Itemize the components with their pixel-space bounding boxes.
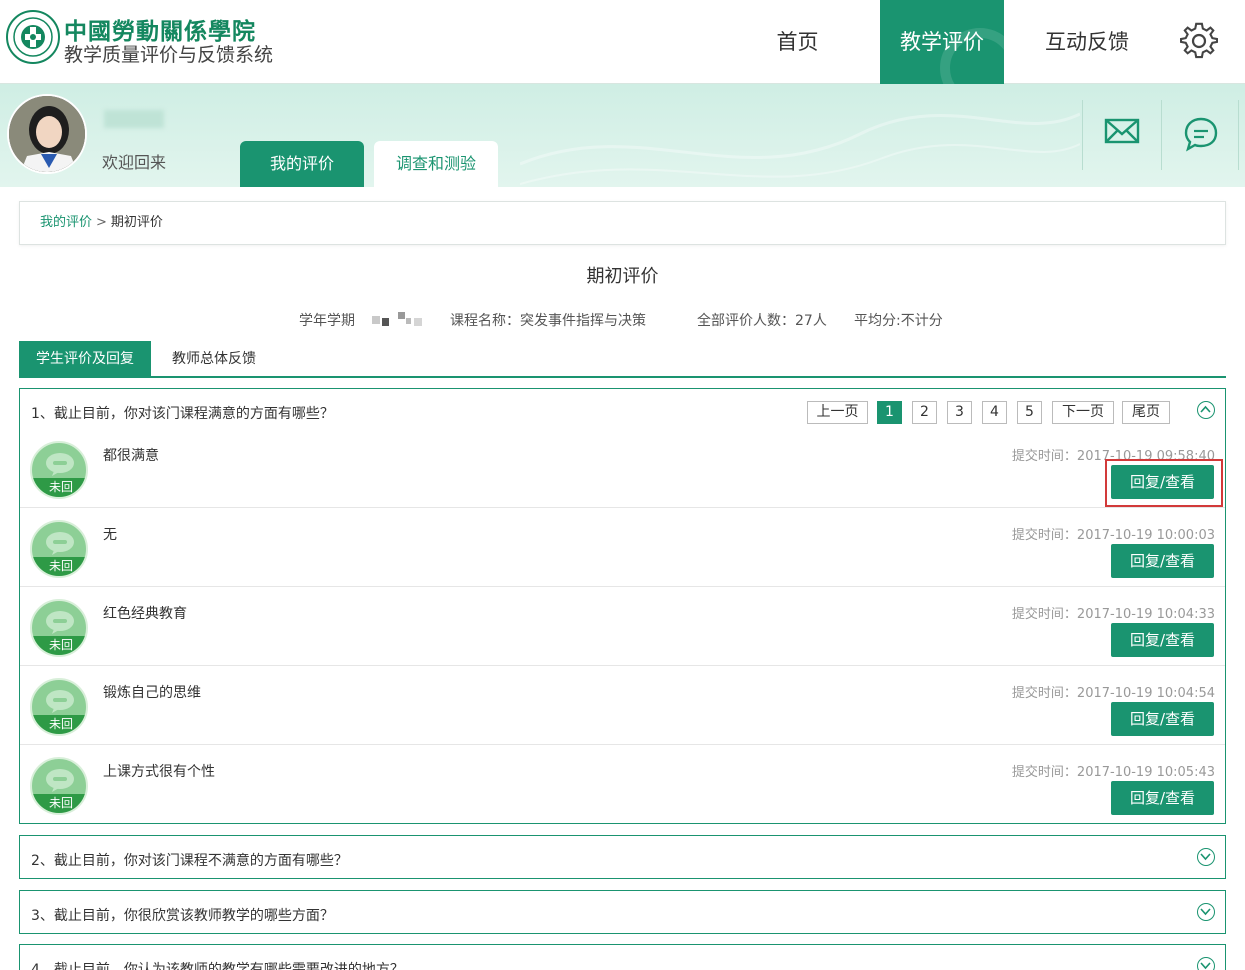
question-panel-1: 1、截止目前，你对该门课程满意的方面有哪些？ 上一页 1 2 3 4 5 下一页… [19, 388, 1226, 824]
anonymous-avatar: 未回 [30, 757, 88, 815]
question-panel-4[interactable]: 4、截止目前，你认为该教师的教学有哪些需要改进的地方？ [19, 944, 1226, 970]
page-title: 期初评价 [586, 266, 659, 287]
school-seal-logo [6, 10, 60, 64]
submit-time: 提交时间：2017-10-19 10:04:54 [1011, 686, 1215, 701]
gear-icon[interactable] [1180, 22, 1218, 60]
profile-band: 欢迎回来 我的评价 调查和测验 [0, 84, 1245, 187]
tab-survey-quiz[interactable]: 调查和测验 [374, 141, 498, 187]
evaluation-text: 上课方式很有个性 [103, 764, 215, 780]
speech-bubble-icon [46, 453, 74, 476]
status-badge: 未回 [32, 794, 86, 813]
anonymous-avatar: 未回 [30, 441, 88, 499]
reply-view-button[interactable]: 回复/查看 [1111, 781, 1214, 815]
question-title: 1、截止目前，你对该门课程满意的方面有哪些？ [31, 406, 334, 422]
question-title: 4、截止目前，你认为该教师的教学有哪些需要改进的地方？ [31, 962, 404, 970]
submit-time: 提交时间：2017-10-19 10:04:33 [1011, 607, 1215, 622]
question-panel-2[interactable]: 2、截止目前，你对该门课程不满意的方面有哪些？ [19, 835, 1226, 879]
top-header: 中國勞動關係學院 教学质量评价与反馈系统 首页 教学评价 互动反馈 [0, 0, 1245, 84]
collapse-toggle-icon[interactable] [1197, 401, 1215, 419]
evaluation-text: 锻炼自己的思维 [103, 685, 201, 701]
question-title: 3、截止目前，你很欣赏该教师教学的哪些方面？ [31, 908, 334, 924]
course-name: 课程名称：突发事件指挥与决策 [450, 313, 646, 329]
list-item: 未回 锻炼自己的思维 提交时间：2017-10-19 10:04:54 回复/查… [20, 666, 1225, 745]
username-redacted [104, 110, 164, 128]
nav-teaching-eval-label: 教学评价 [900, 30, 984, 54]
welcome-text: 欢迎回来 [102, 153, 167, 172]
list-item: 未回 红色经典教育 提交时间：2017-10-19 10:04:33 回复/查看 [20, 587, 1225, 666]
reply-view-button[interactable]: 回复/查看 [1111, 702, 1214, 736]
chat-button[interactable] [1161, 100, 1239, 170]
tab-teacher-feedback[interactable]: 教师总体反馈 [159, 341, 269, 377]
avatar[interactable] [7, 94, 87, 174]
question-title: 2、截止目前，你对该门课程不满意的方面有哪些？ [31, 853, 348, 869]
list-item: 未回 上课方式很有个性 提交时间：2017-10-19 10:05:43 回复/… [20, 745, 1225, 824]
list-item: 未回 都很满意 提交时间：2017-10-19 09:58:40 回复/查看 [20, 429, 1225, 508]
nav-home[interactable]: 首页 [740, 0, 855, 84]
chevron-down-icon [1200, 853, 1211, 861]
total-raters: 全部评价人数：27人 [697, 313, 827, 329]
highlight-box [1105, 459, 1223, 507]
pager-page-4[interactable]: 4 [982, 401, 1007, 424]
sub-tabs: 学生评价及回复 教师总体反馈 [19, 341, 1226, 378]
evaluation-text: 红色经典教育 [103, 606, 187, 622]
evaluation-text: 无 [103, 527, 117, 543]
expand-toggle-icon[interactable] [1197, 957, 1215, 970]
breadcrumb: 我的评价 > 期初评价 [19, 201, 1226, 245]
speech-bubble-icon [46, 690, 74, 713]
average-score: 平均分:不计分 [854, 313, 943, 329]
breadcrumb-current: 期初评价 [110, 215, 163, 230]
expand-toggle-icon[interactable] [1197, 903, 1215, 921]
chat-icon [1184, 117, 1218, 152]
reply-view-button[interactable]: 回复/查看 [1111, 544, 1214, 578]
pager-page-2[interactable]: 2 [912, 401, 937, 424]
nav-interaction[interactable]: 互动反馈 [1028, 0, 1146, 84]
term-value-redacted [372, 312, 422, 326]
pager-prev-button[interactable]: 上一页 [807, 401, 868, 424]
anonymous-avatar: 未回 [30, 678, 88, 736]
pager-next-button[interactable]: 下一页 [1052, 401, 1114, 424]
nav-teaching-eval[interactable]: 教学评价 [880, 0, 1004, 84]
anonymous-avatar: 未回 [30, 520, 88, 578]
avatar-photo [9, 96, 85, 172]
term-label: 学年学期 [299, 313, 355, 329]
status-badge: 未回 [32, 715, 86, 734]
tab-my-evaluation[interactable]: 我的评价 [240, 141, 364, 187]
background-wave [520, 112, 1080, 185]
pager-last-button[interactable]: 尾页 [1122, 401, 1170, 424]
tab-student-evaluations[interactable]: 学生评价及回复 [19, 341, 151, 377]
breadcrumb-separator: > [96, 215, 107, 230]
status-badge: 未回 [32, 557, 86, 576]
status-badge: 未回 [32, 636, 86, 655]
reply-view-button[interactable]: 回复/查看 [1111, 623, 1214, 657]
pager-page-3[interactable]: 3 [947, 401, 972, 424]
question-panel-3[interactable]: 3、截止目前，你很欣赏该教师教学的哪些方面？ [19, 890, 1226, 934]
anonymous-avatar: 未回 [30, 599, 88, 657]
status-badge: 未回 [32, 478, 86, 497]
breadcrumb-link-my-eval[interactable]: 我的评价 [40, 215, 92, 230]
chevron-up-icon [1200, 405, 1211, 413]
mail-icon [1104, 118, 1140, 144]
speech-bubble-icon [46, 769, 74, 792]
chevron-down-icon [1200, 908, 1211, 916]
mail-button[interactable] [1082, 100, 1160, 170]
evaluation-text: 都很满意 [103, 448, 159, 464]
submit-time: 提交时间：2017-10-19 10:00:03 [1011, 528, 1215, 543]
list-item: 未回 无 提交时间：2017-10-19 10:00:03 回复/查看 [20, 508, 1225, 587]
expand-toggle-icon[interactable] [1197, 848, 1215, 866]
system-name: 教学质量评价与反馈系统 [64, 44, 274, 66]
speech-bubble-icon [46, 611, 74, 634]
pager-page-1[interactable]: 1 [877, 401, 902, 424]
pager-page-5[interactable]: 5 [1017, 401, 1042, 424]
submit-time: 提交时间：2017-10-19 10:05:43 [1011, 765, 1215, 780]
chevron-down-icon [1200, 962, 1211, 970]
speech-bubble-icon [46, 532, 74, 555]
